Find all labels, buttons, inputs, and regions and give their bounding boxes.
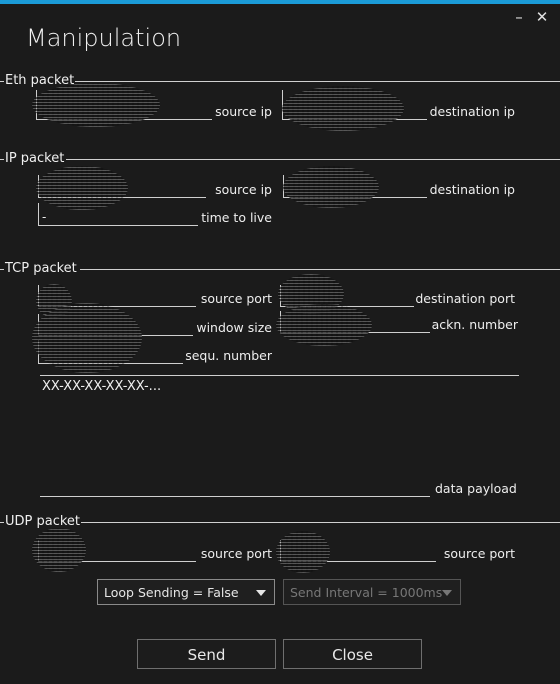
ip-section-header: IP packet bbox=[0, 151, 560, 167]
loop-sending-value: Loop Sending = False bbox=[104, 585, 239, 600]
eth-source-ip-label: source ip bbox=[215, 104, 272, 119]
udp-source-port-value bbox=[32, 528, 86, 572]
ip-ttl-field[interactable]: - time to live bbox=[38, 203, 272, 226]
payload-bottom-border bbox=[40, 496, 430, 497]
send-button[interactable]: Send bbox=[137, 639, 276, 669]
tcp-data-payload-value[interactable]: XX-XX-XX-XX-XX-... bbox=[42, 379, 161, 394]
udp-section-header: UDP packet bbox=[0, 514, 560, 530]
chevron-down-icon bbox=[256, 590, 266, 596]
tcp-data-payload-label: data payload bbox=[435, 481, 517, 496]
eth-source-ip-value bbox=[32, 83, 160, 127]
tcp-destination-port-label: destination port bbox=[415, 291, 515, 306]
chevron-down-icon bbox=[442, 590, 452, 596]
payload-top-border bbox=[40, 375, 519, 376]
loop-sending-select[interactable]: Loop Sending = False bbox=[97, 579, 275, 605]
ip-destination-ip-value bbox=[283, 166, 379, 208]
send-interval-value: Send Interval = 1000ms bbox=[290, 585, 443, 600]
tcp-sequ-number-label: sequ. number bbox=[185, 348, 272, 363]
udp-source-port2-value bbox=[276, 531, 330, 573]
udp-section-label: UDP packet bbox=[5, 514, 81, 529]
eth-destination-ip-label: destination ip bbox=[429, 104, 515, 119]
tcp-ackn-number-label: ackn. number bbox=[431, 317, 518, 332]
window-accent-bar bbox=[0, 0, 560, 4]
tcp-section-header: TCP packet bbox=[0, 261, 560, 277]
tcp-section-label: TCP packet bbox=[5, 261, 77, 276]
tcp-window-sequ-values bbox=[32, 303, 142, 373]
udp-source-port2-label: source port bbox=[443, 546, 515, 561]
send-interval-select[interactable]: Send Interval = 1000ms bbox=[283, 579, 461, 605]
ip-destination-ip-label: destination ip bbox=[429, 182, 515, 197]
window-title: Manipulation bbox=[26, 24, 182, 52]
tcp-window-size-label: window size bbox=[196, 320, 272, 335]
tcp-ackn-number-value bbox=[276, 304, 372, 346]
close-button[interactable]: Close bbox=[283, 639, 422, 669]
tcp-source-port-label: source port bbox=[200, 291, 272, 306]
minimize-icon[interactable]: – bbox=[509, 7, 529, 27]
udp-source-port-label: source port bbox=[200, 546, 272, 561]
ip-ttl-label: time to live bbox=[201, 210, 272, 225]
ip-section-label: IP packet bbox=[5, 151, 65, 166]
close-icon[interactable]: ✕ bbox=[532, 7, 552, 27]
eth-destination-ip-value bbox=[282, 86, 404, 131]
ip-source-ip-label: source ip bbox=[215, 182, 272, 197]
ip-ttl-value: - bbox=[42, 210, 47, 224]
